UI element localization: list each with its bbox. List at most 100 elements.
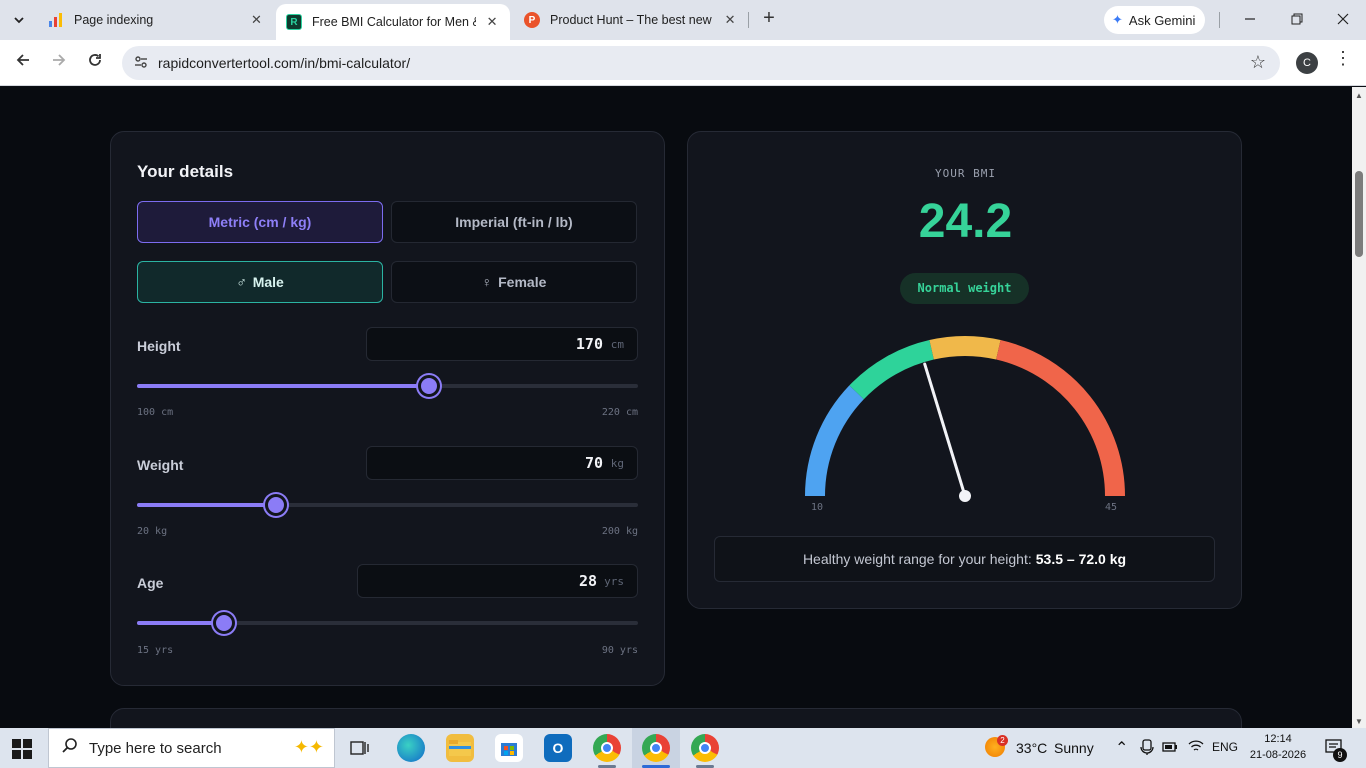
search-placeholder: Type here to search [89, 739, 222, 757]
gauge-max-label: 45 [1105, 502, 1118, 513]
age-slider[interactable] [137, 612, 638, 634]
restore-icon [1291, 13, 1303, 25]
language-indicator[interactable]: ENG [1212, 740, 1238, 754]
arrow-right-icon [53, 54, 66, 66]
arrow-left-icon [16, 54, 29, 66]
tab-product-hunt[interactable]: P Product Hunt – The best new p ✕ [514, 4, 748, 36]
search-icon [61, 737, 79, 760]
windows-taskbar: Type here to search ✦✦ O 2 33°C Sunny ⌃ … [0, 728, 1366, 768]
height-max-label: 220 cm [601, 407, 638, 418]
clock-date: 21-08-2026 [1249, 749, 1307, 761]
weather-badge: 2 [997, 735, 1008, 746]
weight-value: 70 [584, 454, 603, 472]
weather-temp: 33°C [1016, 740, 1048, 756]
edge-icon[interactable] [397, 734, 425, 762]
battery-icon[interactable] [1162, 740, 1178, 756]
height-min-label: 100 cm [137, 407, 174, 418]
next-section-card [110, 708, 1242, 728]
browser-toolbar: rapidconvertertool.com/in/bmi-calculator… [0, 40, 1366, 86]
male-toggle[interactable]: ♂ Male [137, 261, 383, 303]
reload-button[interactable] [83, 51, 107, 75]
close-icon[interactable]: ✕ [722, 12, 738, 28]
gauge-band-2 [929, 336, 1001, 360]
tab-bmi-calculator[interactable]: R Free BMI Calculator for Men & ’ ✕ [276, 4, 510, 40]
tab-title: Product Hunt – The best new p [550, 13, 715, 27]
slider-fill [137, 621, 224, 625]
bmi-category-badge: Normal weight [900, 273, 1029, 304]
restore-button[interactable] [1285, 8, 1309, 32]
task-view-icon[interactable] [346, 734, 374, 762]
tab-separator [748, 12, 749, 28]
weight-input[interactable]: 70 kg [366, 446, 638, 480]
age-value: 28 [578, 572, 597, 590]
tab-separator [1219, 12, 1220, 28]
age-unit: yrs [604, 575, 624, 588]
minimize-button[interactable] [1238, 8, 1262, 32]
wifi-icon[interactable] [1188, 739, 1204, 756]
slider-fill [137, 384, 430, 388]
url-text: rapidconvertertool.com/in/bmi-calculator… [158, 55, 411, 71]
close-icon[interactable]: ✕ [484, 14, 500, 30]
female-toggle[interactable]: ♀ Female [391, 261, 637, 303]
age-label: Age [137, 575, 164, 591]
address-bar[interactable]: rapidconvertertool.com/in/bmi-calculator… [122, 46, 1280, 80]
bmi-gauge [805, 336, 1125, 502]
gauge-band-3 [996, 340, 1125, 497]
tab-page-indexing[interactable]: Page indexing ✕ [38, 4, 274, 36]
meet-now-icon[interactable] [1140, 739, 1154, 758]
slider-fill [137, 503, 277, 507]
new-tab-button[interactable]: + [758, 8, 780, 30]
imperial-toggle[interactable]: Imperial (ft-in / lb) [391, 201, 637, 243]
rapidconverter-icon: R [286, 14, 302, 30]
tab-title: Page indexing [74, 13, 154, 27]
age-input[interactable]: 28 yrs [357, 564, 638, 598]
outlook-icon[interactable]: O [544, 734, 572, 762]
height-input[interactable]: 170 cm [366, 327, 638, 361]
result-card: YOUR BMI 24.2 Normal weight 10 45 Health… [687, 131, 1242, 609]
taskbar-search[interactable]: Type here to search ✦✦ [48, 728, 335, 768]
forward-button[interactable] [47, 51, 71, 75]
height-value: 170 [575, 335, 603, 353]
female-icon: ♀ [481, 274, 493, 290]
gauge-min-label: 10 [811, 502, 824, 513]
bookmark-star-icon[interactable]: ☆ [1250, 52, 1266, 73]
height-slider[interactable] [137, 375, 638, 397]
site-info-icon[interactable] [132, 54, 150, 72]
details-card: Your details Metric (cm / kg) Imperial (… [110, 131, 665, 686]
scroll-up-icon[interactable]: ▲ [1355, 91, 1363, 100]
scrollbar-thumb[interactable] [1355, 171, 1363, 257]
close-window-button[interactable] [1331, 8, 1355, 32]
ask-gemini-button[interactable]: ✦ Ask Gemini [1104, 6, 1206, 34]
bmi-value: 24.2 [918, 195, 1013, 248]
details-title: Your details [137, 162, 234, 181]
menu-kebab-icon[interactable]: ⋮ [1334, 48, 1352, 69]
height-unit: cm [610, 338, 624, 351]
minimize-icon [1245, 18, 1255, 20]
slider-knob[interactable] [212, 612, 235, 634]
page-content: Your details Metric (cm / kg) Imperial (… [0, 87, 1352, 728]
tab-search-button[interactable] [6, 7, 32, 33]
gauge-band-1 [849, 340, 935, 400]
windows-start-icon[interactable] [12, 739, 32, 759]
metric-toggle[interactable]: Metric (cm / kg) [137, 201, 383, 243]
slider-knob[interactable] [418, 375, 441, 397]
clock-time: 12:14 [1264, 733, 1292, 745]
back-button[interactable] [11, 51, 35, 75]
page-scrollbar[interactable]: ▲ ▼ [1352, 87, 1366, 728]
scroll-down-icon[interactable]: ▼ [1355, 717, 1363, 726]
chrome-profile-2-icon[interactable] [691, 734, 719, 762]
chrome-profile-icon[interactable] [642, 734, 670, 762]
weight-min-label: 20 kg [137, 526, 168, 537]
slider-knob[interactable] [265, 494, 288, 516]
profile-avatar[interactable]: C [1296, 52, 1318, 74]
chevron-up-icon[interactable]: ⌃ [1115, 738, 1128, 758]
close-icon [1337, 13, 1349, 25]
close-icon[interactable]: ✕ [249, 12, 264, 28]
weight-slider[interactable] [137, 494, 638, 516]
gauge-band-0 [805, 385, 864, 497]
healthy-range-box: Healthy weight range for your height: 53… [714, 536, 1215, 582]
file-explorer-icon[interactable] [446, 734, 474, 762]
chrome-icon[interactable] [593, 734, 621, 762]
microsoft-store-icon[interactable] [495, 734, 523, 762]
age-min-label: 15 yrs [137, 645, 174, 656]
